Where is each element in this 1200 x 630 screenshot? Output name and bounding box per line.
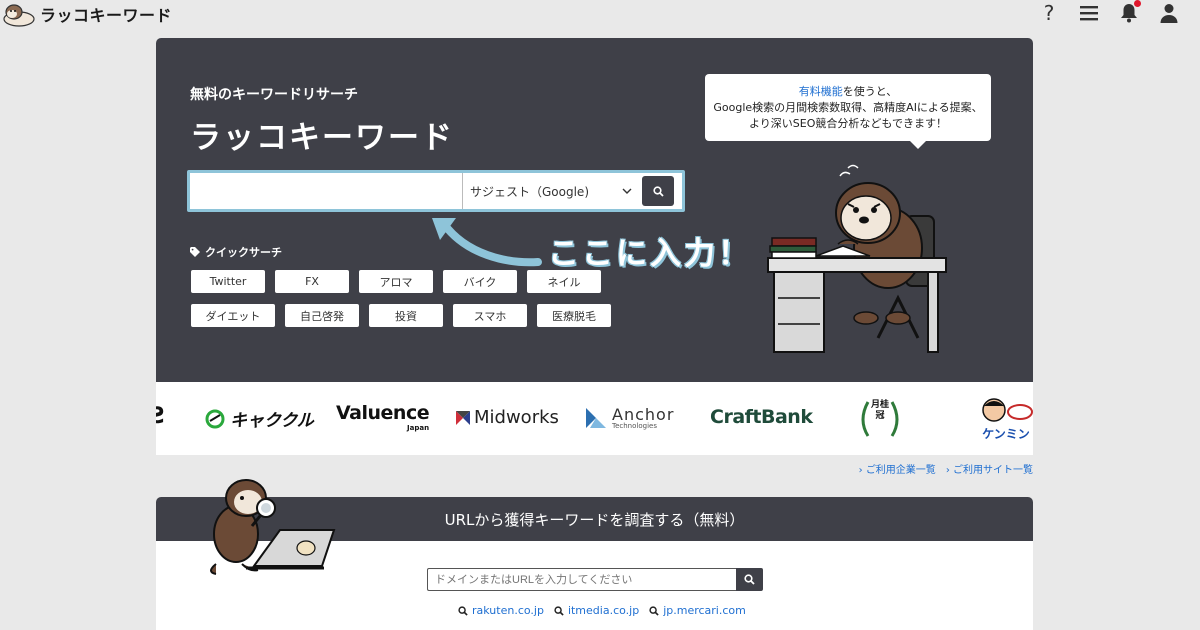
url-example-link[interactable]: rakuten.co.jp xyxy=(458,604,544,617)
company-subname: Technologies xyxy=(612,421,657,430)
company-name: キャククル xyxy=(230,411,314,431)
site-logo[interactable]: ラッコキーワード xyxy=(2,1,172,27)
quick-tag[interactable]: 投資 xyxy=(369,304,443,327)
logo-text: ラッコキーワード xyxy=(40,6,173,25)
url-example-links: rakuten.co.jp itmedia.co.jp jp.mercari.c… xyxy=(458,604,746,617)
search-mode-value: サジェスト（Google) xyxy=(470,184,589,199)
quick-tag[interactable]: 自己啓発 xyxy=(285,304,359,327)
m-mark-icon xyxy=(456,410,470,425)
company-logo: Ƨ xyxy=(156,404,166,429)
company-logo-kenmin: ケンミン xyxy=(978,396,1033,442)
quick-tag[interactable]: スマホ xyxy=(453,304,527,327)
premium-speech-bubble: 有料機能を使うと、 Google検索の月間検索数取得、高精度AIによる提案、 よ… xyxy=(705,74,991,141)
bell-icon[interactable] xyxy=(1118,0,1141,24)
company-name: Midworks xyxy=(474,407,559,428)
company-name: Anchor xyxy=(612,404,675,424)
speech-text: Google検索の月間検索数取得、高精度AIによる提案、 xyxy=(713,101,983,114)
company-logo-midworks: Midworks xyxy=(456,407,559,428)
anchor-mark-icon xyxy=(586,408,606,428)
search-button[interactable] xyxy=(642,176,674,206)
used-companies-link[interactable]: › ご利用企業一覧 xyxy=(859,461,936,476)
otter-with-laptop-illustration xyxy=(210,479,336,575)
arrow-to-search-icon xyxy=(432,218,542,267)
url-input[interactable] xyxy=(427,568,736,591)
company-logo-valuence: Valuence Japan xyxy=(336,402,430,432)
url-search-button[interactable] xyxy=(736,568,763,591)
quick-tag[interactable]: 医療脱毛 xyxy=(537,304,611,327)
mascot-boy-icon xyxy=(982,398,1033,422)
company-subname: Japan xyxy=(407,424,430,432)
user-icon[interactable] xyxy=(1158,2,1180,24)
company-logo-gekkeikan: 月桂冠 xyxy=(854,392,906,444)
notification-dot xyxy=(1134,0,1141,7)
hero-panel: 無料のキーワードリサーチ ラッコキーワード サジェスト（Google) クイック… xyxy=(156,38,1033,382)
otter-logo-icon xyxy=(3,4,35,27)
quick-search-text: クイックサーチ xyxy=(205,246,282,259)
premium-feature-link[interactable]: 有料機能 xyxy=(799,85,843,98)
chevron-down-icon xyxy=(622,188,632,194)
company-logo-anchor: Anchor Technologies xyxy=(584,406,674,430)
quick-search-label: クイックサーチ xyxy=(190,244,282,260)
search-icon xyxy=(649,605,659,616)
search-icon xyxy=(458,605,468,616)
search-mode-select[interactable]: サジェスト（Google) xyxy=(462,173,640,209)
keyword-search-input[interactable] xyxy=(190,173,462,209)
company-name: CraftBank xyxy=(710,406,813,428)
company-name: 月桂冠 xyxy=(871,400,890,421)
input-here-callout: ここに入力！ xyxy=(548,236,752,272)
usage-links: › ご利用企業一覧 › ご利用サイト一覧 xyxy=(859,461,1033,476)
otter-at-desk-illustration xyxy=(767,164,947,353)
swirl-icon xyxy=(205,409,225,428)
speech-bubble-tail xyxy=(909,140,927,149)
keyword-search-box: サジェスト（Google) xyxy=(187,170,685,212)
search-icon xyxy=(554,605,564,616)
quick-tag[interactable]: Twitter xyxy=(191,270,265,293)
menu-icon[interactable] xyxy=(1078,2,1100,24)
speech-text: を使うと、 xyxy=(842,85,898,98)
company-logo-craftbank: CraftBank xyxy=(710,406,813,428)
hero-subtitle: 無料のキーワードリサーチ xyxy=(190,87,358,103)
nav-icon-group: ? xyxy=(1038,0,1180,25)
company-name: Valuence xyxy=(336,402,430,424)
hero-title: ラッコキーワード xyxy=(190,120,454,156)
company-name: Ƨ xyxy=(156,404,166,429)
quick-tag[interactable]: FX xyxy=(275,270,349,293)
url-example-link[interactable]: itmedia.co.jp xyxy=(554,604,639,617)
search-icon xyxy=(744,574,755,585)
quick-tag[interactable]: アロマ xyxy=(359,270,433,293)
company-logo-strip: Ƨ キャククル Valuence Japan Midworks Anchor T… xyxy=(156,382,1033,455)
tag-icon xyxy=(190,247,200,257)
speech-text: より深いSEO競合分析などもできます！ xyxy=(749,117,947,130)
quick-search-tags: Twitter FX アロマ バイク ネイル ダイエット 自己啓発 投資 スマホ… xyxy=(191,270,631,327)
company-logo-kyakukuru: キャククル xyxy=(204,406,314,431)
company-name: ケンミン xyxy=(982,427,1030,441)
help-icon[interactable]: ? xyxy=(1038,1,1060,25)
used-sites-link[interactable]: › ご利用サイト一覧 xyxy=(946,461,1033,476)
url-search-box xyxy=(427,568,763,591)
top-navigation: ラッコキーワード ? xyxy=(0,0,1200,30)
search-icon xyxy=(652,185,664,197)
url-example-link[interactable]: jp.mercari.com xyxy=(649,604,746,617)
quick-tag[interactable]: ダイエット xyxy=(191,304,275,327)
